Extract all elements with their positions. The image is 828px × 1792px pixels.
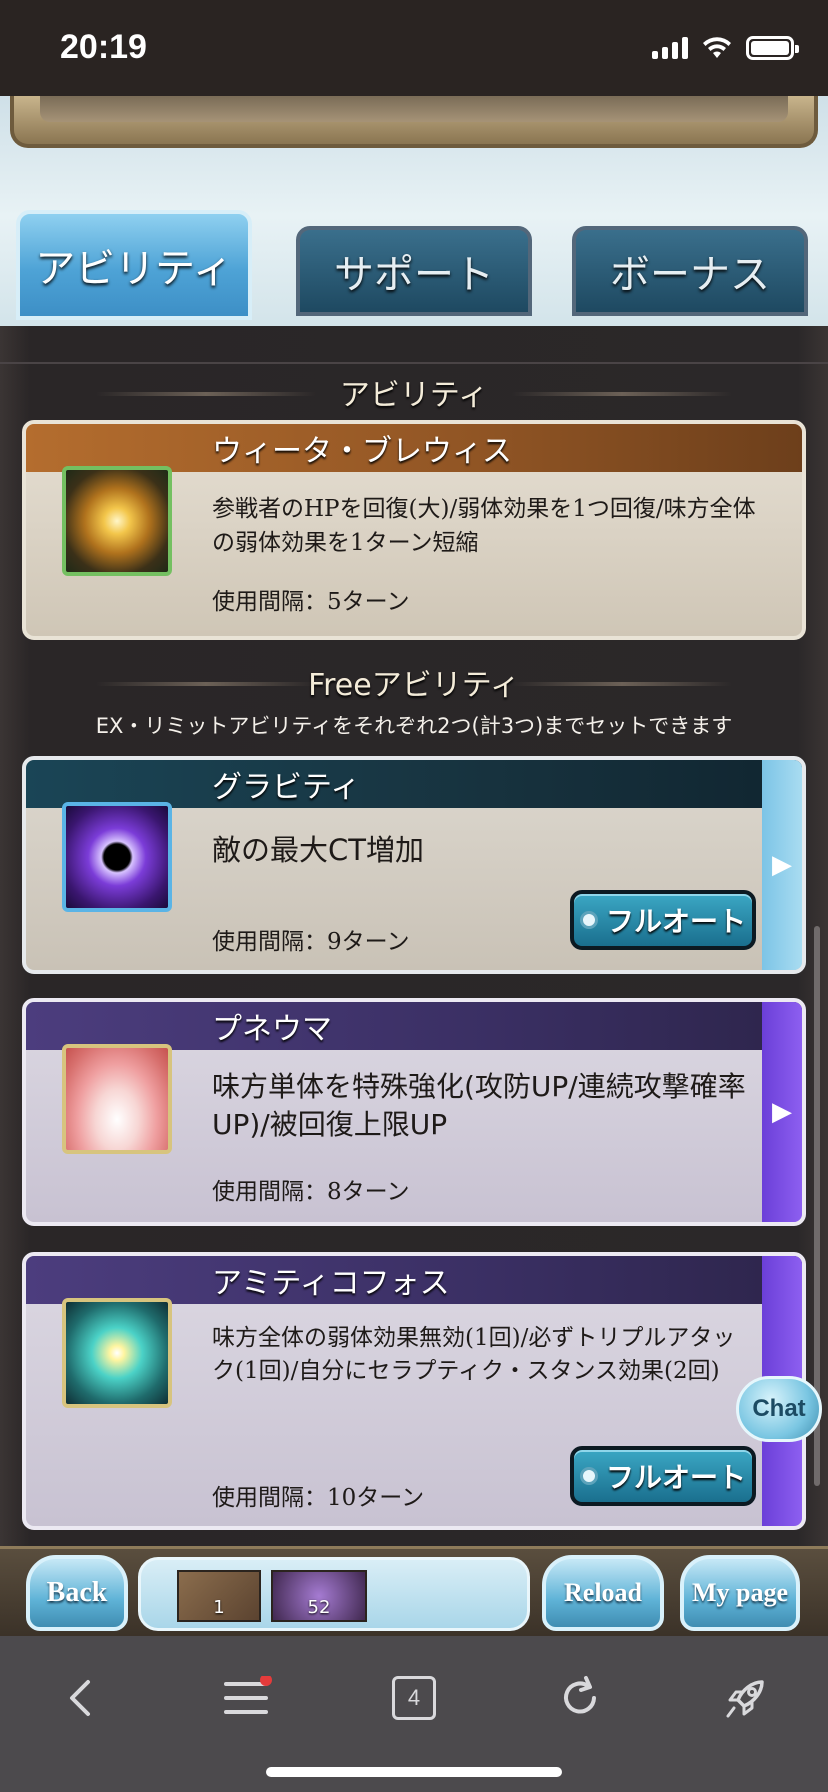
rocket-icon[interactable]	[714, 1666, 778, 1730]
section-title-ability: アビリティ	[0, 370, 828, 414]
tab-ability[interactable]: アビリティ	[16, 210, 252, 320]
ability-description: 敵の最大CT増加	[212, 833, 424, 867]
top-frame	[10, 96, 818, 148]
ability-cooldown: 使用間隔：8ターン	[212, 1179, 410, 1205]
reload-button[interactable]: Reload	[542, 1555, 664, 1631]
ability-description: 味方全体の弱体効果無効(1回)/必ずトリプルアタック(1回)/自分にセラプティク…	[212, 1325, 736, 1384]
tab-bonus[interactable]: ボーナス	[572, 226, 808, 316]
ability-card[interactable]: プネウマ 味方単体を特殊強化(攻防UP/連続攻撃確率UP)/被回復上限UP 使用…	[22, 998, 806, 1226]
ability-panel: アビリティ ウィータ・ブレウィス 参戦者のHPを回復(大)/弱体効果を1つ回復/…	[0, 326, 828, 1636]
tab-support[interactable]: サポート	[296, 226, 532, 316]
back-button[interactable]: Back	[26, 1555, 128, 1631]
tab-bar: アビリティ サポート ボーナス	[0, 206, 828, 432]
wifi-icon	[703, 37, 731, 58]
ability-name: グラビティ	[26, 760, 802, 808]
home-indicator[interactable]	[266, 1767, 562, 1777]
gravity-orb-icon	[62, 802, 172, 912]
cellular-signal-icon	[652, 37, 688, 59]
ability-cooldown: 使用間隔：5ターン	[212, 589, 410, 615]
ability-card[interactable]: グラビティ 敵の最大CT増加 使用間隔：9ターン フルオート ▶	[22, 756, 806, 974]
menu-icon[interactable]	[216, 1666, 280, 1730]
back-arrow-icon[interactable]	[50, 1666, 114, 1730]
status-bar: 20:19	[0, 0, 828, 96]
battery-icon	[746, 36, 799, 60]
full-auto-button[interactable]: フルオート	[570, 1446, 756, 1506]
game-view: アビリティ サポート ボーナス アビリティ ウィータ・ブレウィス 参戦者のHPを…	[0, 96, 828, 1636]
game-footer: Back 1 52 Reload My page	[0, 1546, 828, 1636]
tabs-button[interactable]: 4	[382, 1666, 446, 1730]
tab-count: 4	[392, 1676, 436, 1720]
praying-hands-icon	[62, 1044, 172, 1154]
status-time: 20:19	[60, 28, 147, 66]
ability-name: アミティコフォス	[26, 1256, 802, 1304]
heal-burst-icon	[62, 466, 172, 576]
ability-description: 味方単体を特殊強化(攻防UP/連続攻撃確率UP)/被回復上限UP	[212, 1070, 746, 1141]
section-title-free: Freeアビリティ	[0, 660, 828, 704]
chevron-right-icon[interactable]: ▶	[762, 1002, 802, 1222]
section-subtitle: EX・リミットアビリティをそれぞれ2つ(計3つ)までセットできます	[95, 714, 733, 738]
ability-name: プネウマ	[26, 1002, 802, 1050]
full-auto-button[interactable]: フルオート	[570, 890, 756, 950]
status-icons	[652, 36, 799, 60]
chat-button[interactable]: Chat	[736, 1376, 822, 1442]
chevron-right-icon[interactable]: ▶	[762, 760, 802, 970]
item-thumbnail[interactable]: 52	[271, 1570, 367, 1622]
footer-item-tray: 1 52	[138, 1557, 530, 1631]
ability-description: 参戦者のHPを回復(大)/弱体効果を1つ回復/味方全体の弱体効果を1ターン短縮	[212, 496, 756, 556]
ability-card[interactable]: ウィータ・ブレウィス 参戦者のHPを回復(大)/弱体効果を1つ回復/味方全体の弱…	[22, 420, 806, 640]
ability-card[interactable]: アミティコフォス 味方全体の弱体効果無効(1回)/必ずトリプルアタック(1回)/…	[22, 1252, 806, 1530]
ability-cooldown: 使用間隔：10ターン	[212, 1485, 425, 1511]
mypage-button[interactable]: My page	[680, 1555, 800, 1631]
ability-name: ウィータ・ブレウィス	[26, 424, 802, 472]
reload-icon[interactable]	[548, 1666, 612, 1730]
star-ring-icon	[62, 1298, 172, 1408]
item-thumbnail[interactable]: 1	[177, 1570, 261, 1622]
ability-cooldown: 使用間隔：9ターン	[212, 929, 410, 955]
